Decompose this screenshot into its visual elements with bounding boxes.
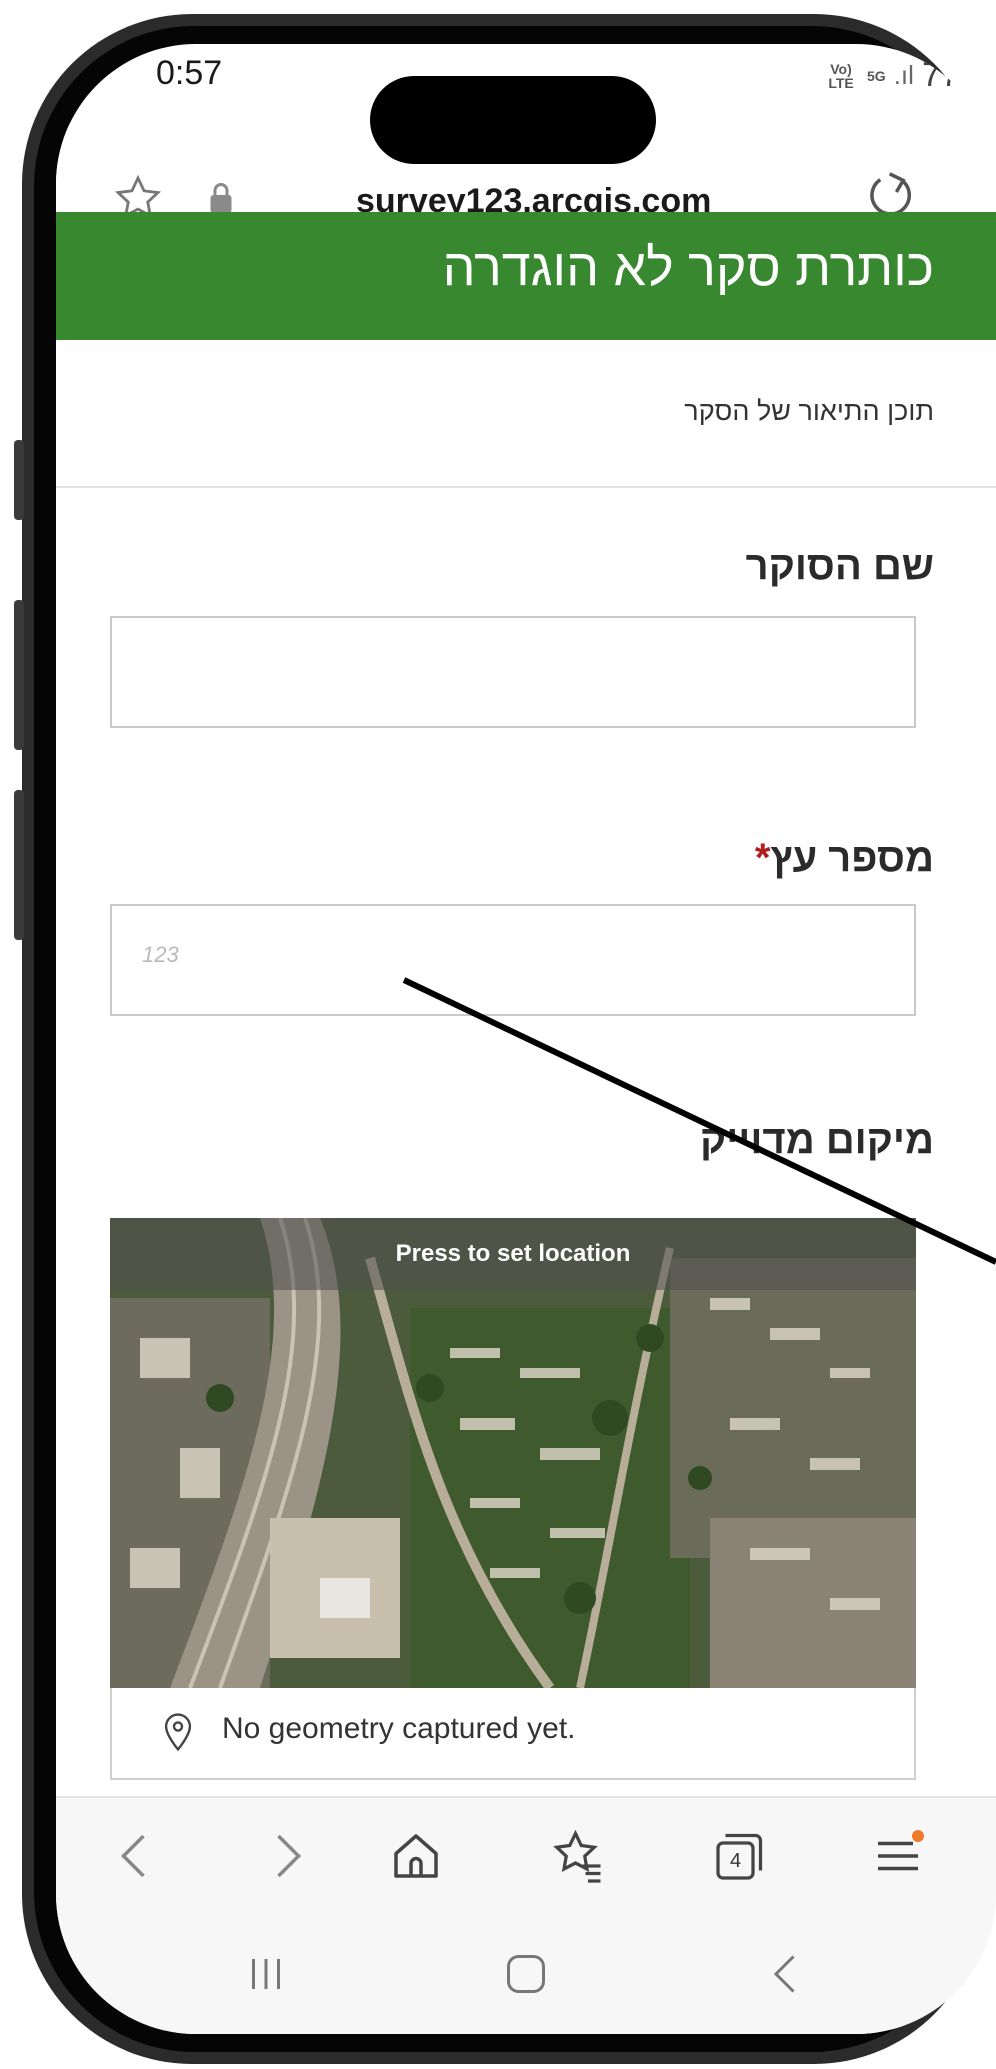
back-nav-icon[interactable]: [756, 1944, 816, 2004]
divider: [56, 486, 996, 488]
menu-icon[interactable]: [868, 1826, 928, 1886]
signal-icon: .ıl: [893, 60, 914, 90]
dynamic-island: [370, 76, 656, 164]
system-nav-bar: [56, 1914, 996, 2034]
required-asterisk: *: [754, 836, 771, 880]
surveyor-name-field[interactable]: [110, 616, 916, 728]
phone-screen: 0:57 Vo) LTE 5G .ıl 77% survey123.arcgis…: [56, 44, 996, 2034]
surveyor-name-label: שם הסוקר: [745, 544, 934, 588]
back-icon[interactable]: [106, 1826, 166, 1886]
home-icon[interactable]: [386, 1826, 446, 1886]
browser-toolbar: 4: [56, 1796, 996, 1916]
location-label: מיקום מדוייק: [700, 1118, 934, 1162]
action-button: [14, 440, 24, 520]
geometry-status-text: No geometry captured yet.: [222, 1712, 576, 1745]
recents-icon[interactable]: [236, 1944, 296, 2004]
tree-number-label: מספר עץ*: [755, 836, 934, 881]
location-map[interactable]: Press to set location: [110, 1218, 916, 1688]
status-icons: Vo) LTE 5G .ıl 77%: [823, 56, 990, 95]
survey-header: כותרת סקר לא הוגדרה: [56, 212, 996, 340]
favorites-icon[interactable]: [548, 1826, 608, 1886]
tabs-count: 4: [730, 1850, 742, 1872]
lock-icon: [210, 183, 232, 213]
location-pin-icon: [164, 1713, 192, 1752]
tree-number-label-text: מספר עץ: [770, 836, 934, 880]
tabs-icon[interactable]: 4: [708, 1828, 768, 1888]
numeric-placeholder-icon: 123: [142, 942, 179, 967]
home-nav-icon[interactable]: [496, 1944, 556, 2004]
survey-title: כותרת סקר לא הוגדרה: [442, 239, 934, 297]
survey-description: תוכן התיאור של הסקר: [684, 396, 934, 426]
status-time: 0:57: [156, 54, 223, 92]
volume-down-button: [14, 790, 24, 940]
network-badge: Vo) LTE: [828, 60, 854, 91]
tree-number-field[interactable]: 123: [110, 904, 916, 1016]
volume-up-button: [14, 600, 24, 750]
geometry-status-box: No geometry captured yet.: [110, 1688, 916, 1780]
forward-icon[interactable]: [256, 1826, 316, 1886]
battery-percent: 77%: [921, 56, 990, 94]
map-overlay-text: Press to set location: [395, 1240, 631, 1267]
5g-badge: 5G: [867, 67, 886, 84]
